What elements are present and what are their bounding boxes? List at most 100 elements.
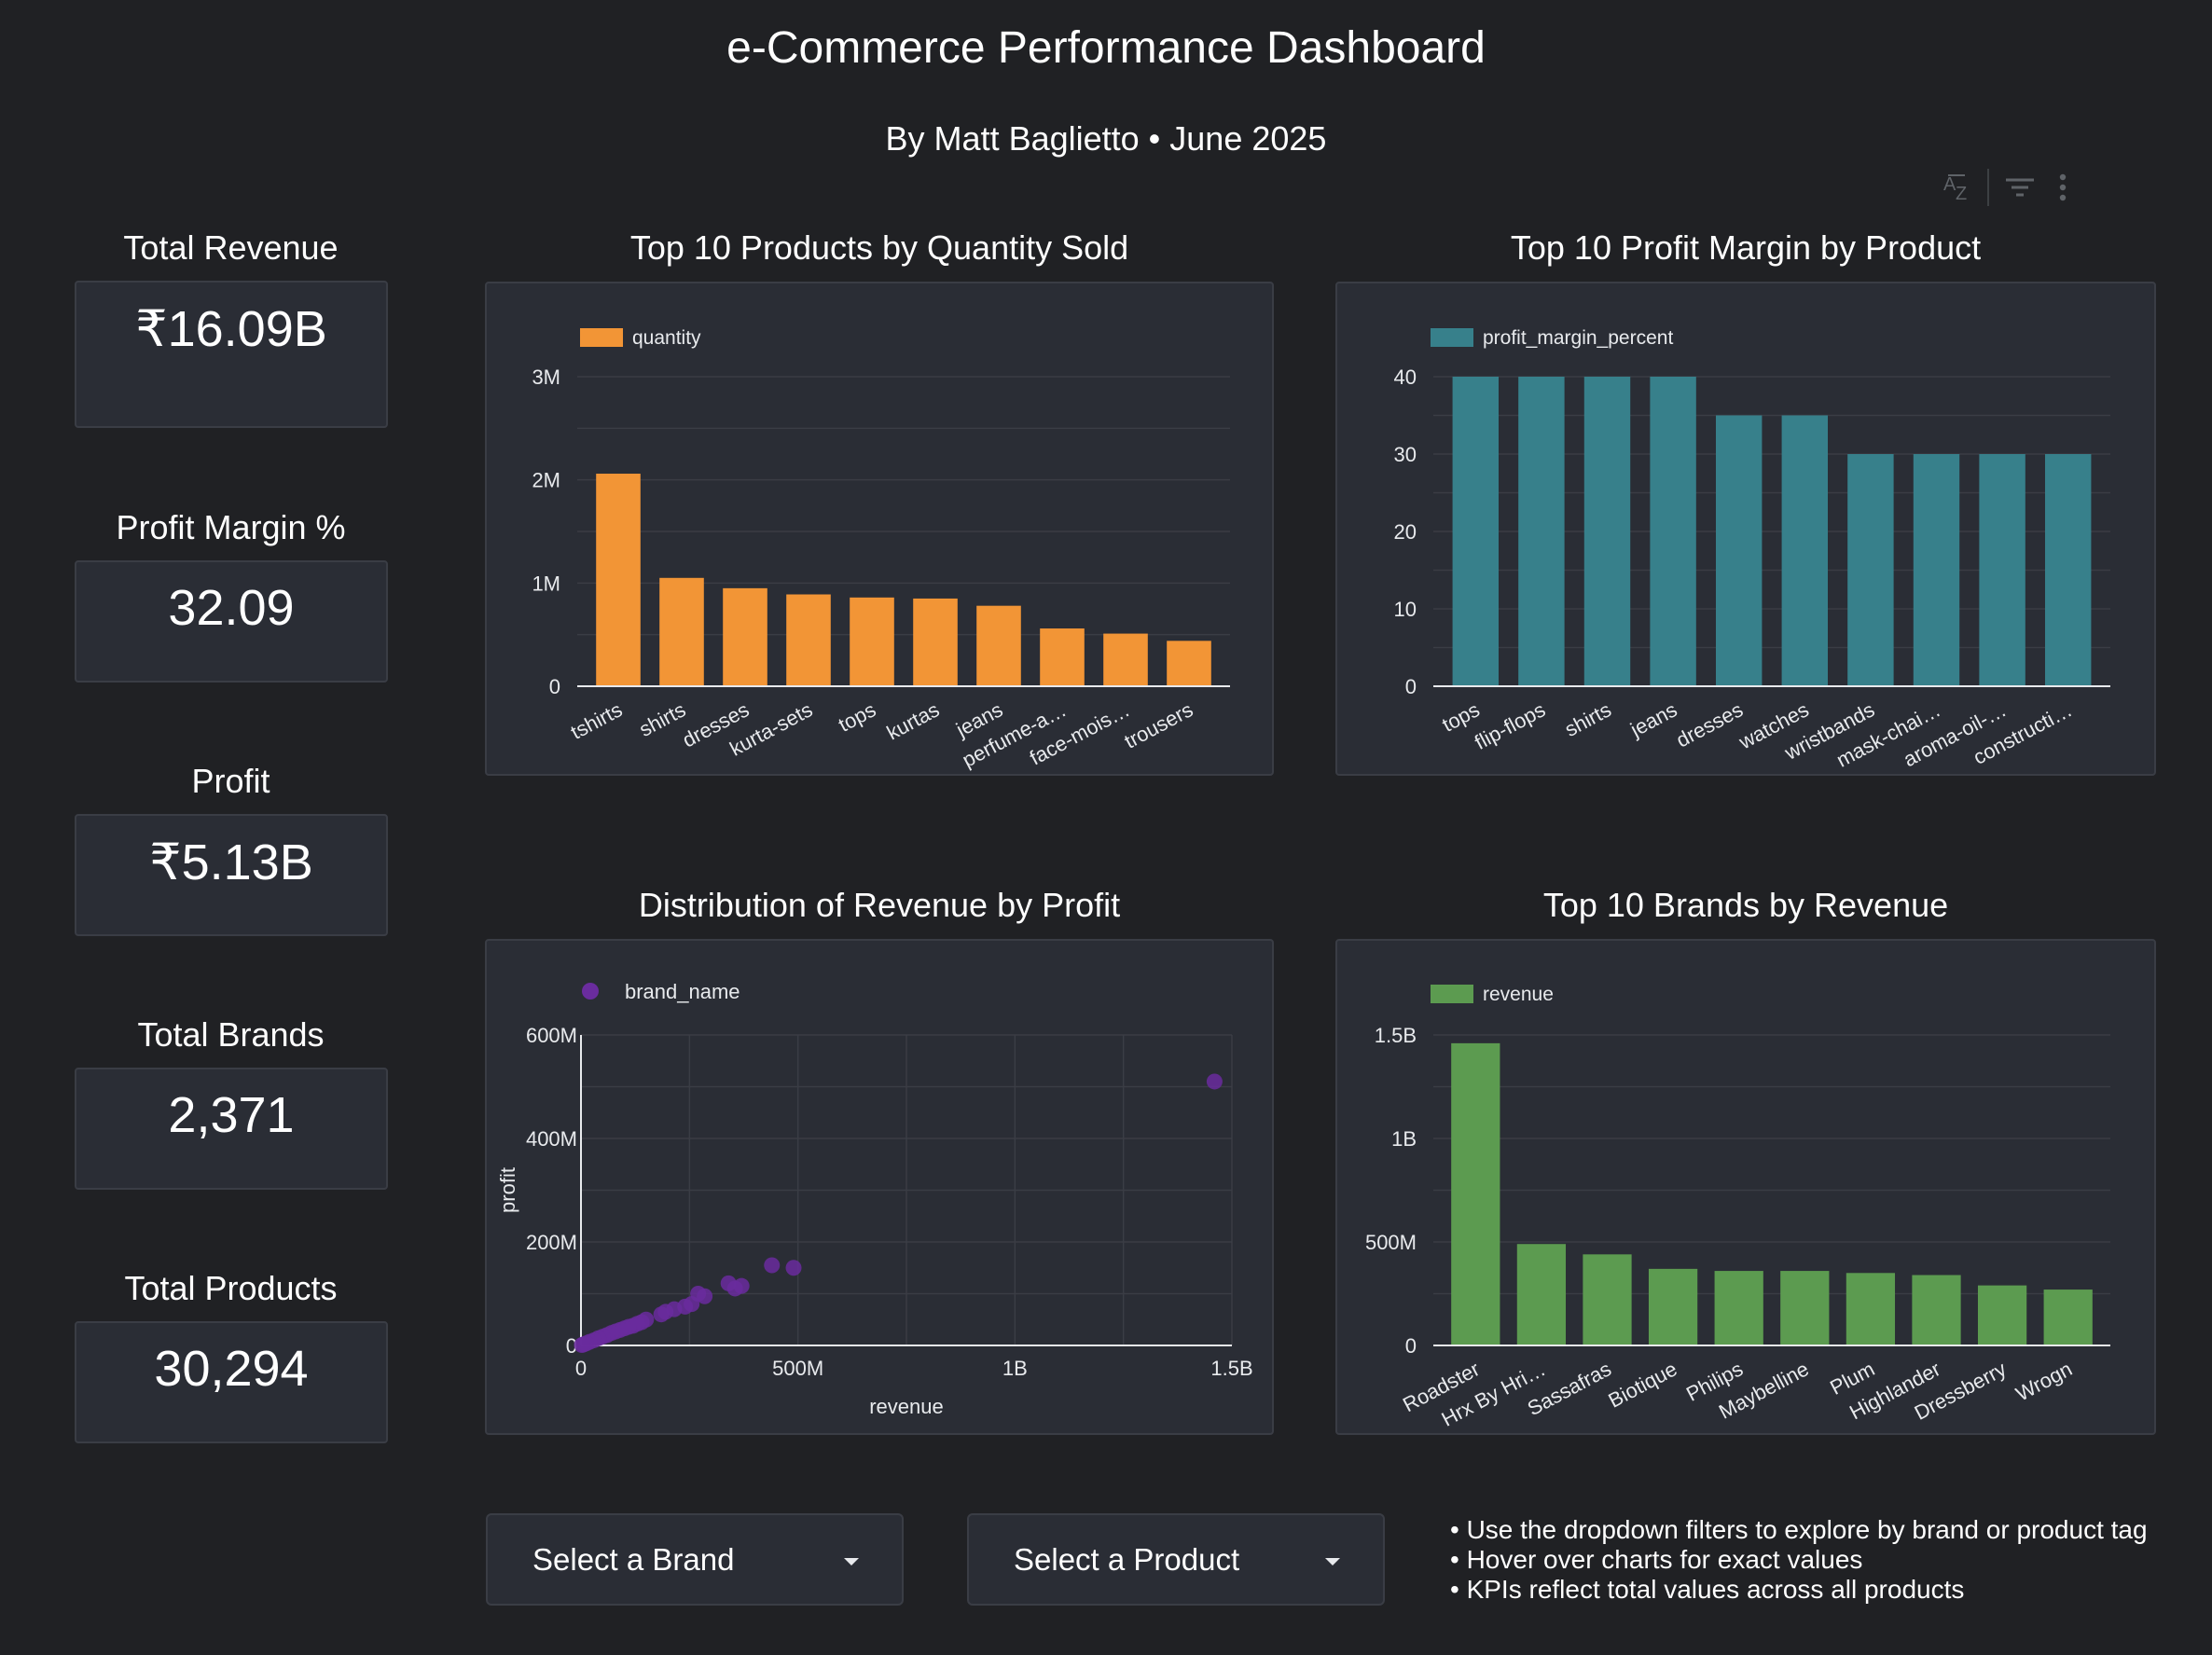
legend-swatch [582, 983, 599, 1000]
x-tick-label: 1.5B [1210, 1357, 1252, 1380]
x-tick-label: 500M [772, 1357, 823, 1380]
brand-bar [1583, 1254, 1632, 1345]
kpi-label-total-revenue: Total Revenue [123, 228, 339, 267]
note-item: • Use the dropdown filters to explore by… [1450, 1515, 2148, 1544]
kpi-card-profit: ₹5.13B [75, 814, 388, 936]
filter-icon[interactable] [1998, 166, 2041, 209]
x-tick-label: 0 [575, 1357, 587, 1380]
brand-bar [1714, 1271, 1763, 1345]
quantity-bar [596, 474, 641, 686]
legend-label: revenue [1483, 984, 1554, 1005]
margin-bar [1583, 377, 1631, 686]
margin-bar [1979, 454, 2025, 686]
margin-bar [1847, 454, 1894, 686]
x-tick-label: tops [835, 697, 879, 737]
svg-text:Z: Z [1956, 184, 1967, 203]
x-tick-label: dresses [1672, 697, 1747, 752]
chart-panel-quantity[interactable]: quantity 0 1M 2M 3M tshirts shirts dresses kurta… [485, 282, 1274, 776]
chart-panel-margin[interactable]: profit_margin_percent 0 10 20 30 40 tops flip-f… [1335, 282, 2156, 776]
chart-title-quantity: Top 10 Products by Quantity Sold [629, 228, 1129, 267]
x-tick-label: jeans [1625, 697, 1680, 741]
chevron-down-icon [844, 1558, 859, 1565]
svg-text:A: A [1943, 174, 1956, 195]
scatter-point [574, 1337, 590, 1354]
kpi-label-profit-margin: Profit Margin % [116, 508, 346, 546]
brand-bar [2043, 1290, 2093, 1345]
y-tick-label: 2M [532, 469, 560, 492]
y-tick-label: 400M [526, 1127, 577, 1151]
scatter-point [653, 1306, 670, 1323]
y-tick-label: 20 [1394, 520, 1417, 544]
y-tick-label: 1.5B [1375, 1024, 1417, 1047]
brand-bar [1846, 1273, 1896, 1345]
sort-az-icon[interactable]: A Z [1935, 166, 1978, 209]
x-tick-label: 1B [1002, 1357, 1028, 1380]
quantity-bar [1167, 641, 1211, 686]
kpi-value-total-revenue: ₹16.09B [135, 301, 327, 357]
kpi-value-total-products: 30,294 [154, 1341, 309, 1397]
x-tick-label: trousers [1120, 697, 1196, 752]
brand-bar [1451, 1042, 1500, 1345]
chart-panel-brands[interactable]: revenue 0 500M 1B 1.5B Roadster Hrx By Hri… Sas… [1335, 939, 2156, 1435]
scatter-point [785, 1260, 802, 1276]
kpi-card-total-products: 30,294 [75, 1321, 388, 1443]
scatter-point [764, 1257, 781, 1274]
chart-title-margin: Top 10 Profit Margin by Product [1510, 228, 1982, 267]
chart-title-brands: Top 10 Brands by Revenue [1542, 886, 1949, 924]
y-tick-label: 0 [549, 675, 560, 698]
y-tick-label: 200M [526, 1231, 577, 1254]
brand-bar [1912, 1275, 1961, 1345]
chart-panel-scatter[interactable]: brand_name 0 200M 400M 600M 0 500M 1B 1.5B revenu… [485, 939, 1274, 1435]
brand-bar [1977, 1285, 2027, 1345]
quantity-bar [1103, 633, 1148, 686]
brand-bar [1780, 1271, 1830, 1345]
kpi-value-total-brands: 2,371 [168, 1087, 295, 1143]
scatter-point [1206, 1073, 1223, 1090]
product-select[interactable]: Select a Product [967, 1513, 1385, 1606]
margin-bar [1913, 454, 1960, 686]
kpi-card-total-brands: 2,371 [75, 1068, 388, 1190]
brands-bar-chart[interactable]: revenue0500M1B1.5BRoadsterHrx By Hri…Sas… [1337, 941, 2154, 1433]
kpi-card-total-revenue: ₹16.09B [75, 281, 388, 428]
toolbar-divider [1987, 169, 1989, 206]
brand-bar [1516, 1244, 1567, 1345]
margin-bar [1650, 377, 1696, 686]
quantity-bar [913, 598, 958, 686]
y-tick-label: 3M [532, 365, 560, 389]
margin-bar-chart[interactable]: profit_margin_percent010203040topsflip-f… [1337, 283, 2154, 774]
x-axis-title: revenue [869, 1395, 944, 1418]
y-tick-label: 1M [532, 572, 560, 595]
y-axis-title: profit [496, 1167, 519, 1213]
quantity-bar-chart[interactable]: quantity01M2M3Mtshirts shirtsdresseskurta… [487, 283, 1272, 774]
kpi-label-total-products: Total Products [124, 1269, 338, 1307]
legend-label: brand_name [625, 980, 740, 1003]
quantity-bar [786, 594, 831, 686]
revenue-profit-scatter-chart[interactable]: brand_name0200M400M600M0 500M 1B 1.5Brevenu… [487, 941, 1272, 1433]
x-tick-label: kurtas [883, 697, 944, 744]
x-tick-label: Biotique [1605, 1357, 1681, 1412]
legend-swatch [1431, 328, 1473, 347]
kpi-value-profit: ₹5.13B [149, 834, 313, 890]
margin-bar [1518, 377, 1565, 686]
kpi-label-profit: Profit [191, 762, 270, 800]
dashboard-title: e-Commerce Performance Dashboard [726, 23, 1486, 73]
help-notes: • Use the dropdown filters to explore by… [1450, 1515, 2148, 1605]
kpi-label-total-brands: Total Brands [137, 1015, 325, 1054]
legend-label: profit_margin_percent [1483, 327, 1673, 349]
legend-swatch [580, 328, 623, 347]
more-vert-icon[interactable] [2041, 166, 2084, 209]
note-item: • KPIs reflect total values across all p… [1450, 1575, 1965, 1604]
y-tick-label: 30 [1394, 443, 1417, 466]
y-tick-label: 10 [1394, 598, 1417, 621]
margin-bar [1715, 415, 1763, 686]
x-tick-label: tshirts [567, 697, 627, 744]
quantity-bar [850, 597, 894, 686]
brand-select[interactable]: Select a Brand [486, 1513, 904, 1606]
chevron-down-icon [1325, 1558, 1340, 1565]
y-tick-label: 600M [526, 1024, 577, 1047]
y-tick-label: 500M [1365, 1231, 1417, 1254]
x-tick-label: shirts [1561, 697, 1615, 741]
brand-select-label: Select a Brand [532, 1541, 735, 1577]
note-item: • Hover over charts for exact values [1450, 1545, 1863, 1574]
quantity-bar [976, 605, 1021, 686]
